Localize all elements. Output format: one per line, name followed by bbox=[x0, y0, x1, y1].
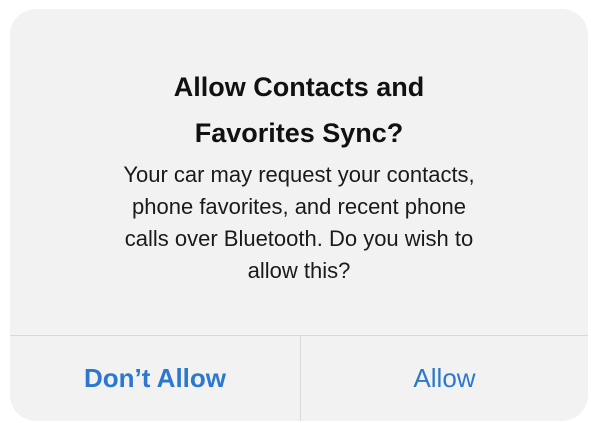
alert-message-line: phone favorites, and recent phone bbox=[132, 194, 466, 219]
alert-message-line: allow this? bbox=[247, 258, 351, 283]
alert-dialog: Allow Contacts and Favorites Sync? Your … bbox=[10, 9, 588, 421]
dont-allow-button[interactable]: Don’t Allow bbox=[10, 336, 300, 421]
alert-title-line: Favorites Sync? bbox=[194, 118, 404, 148]
alert-title: Allow Contacts and Favorites Sync? bbox=[10, 64, 588, 156]
alert-content: Allow Contacts and Favorites Sync? Your … bbox=[10, 9, 588, 335]
alert-message-line: calls over Bluetooth. Do you wish to bbox=[124, 226, 474, 251]
alert-message: Your car may request your contacts, phon… bbox=[40, 159, 558, 287]
screen: Allow Contacts and Favorites Sync? Your … bbox=[0, 0, 591, 423]
alert-title-line: Allow Contacts and bbox=[173, 72, 425, 102]
alert-message-line: Your car may request your contacts, bbox=[123, 162, 475, 187]
allow-button[interactable]: Allow bbox=[301, 336, 588, 421]
